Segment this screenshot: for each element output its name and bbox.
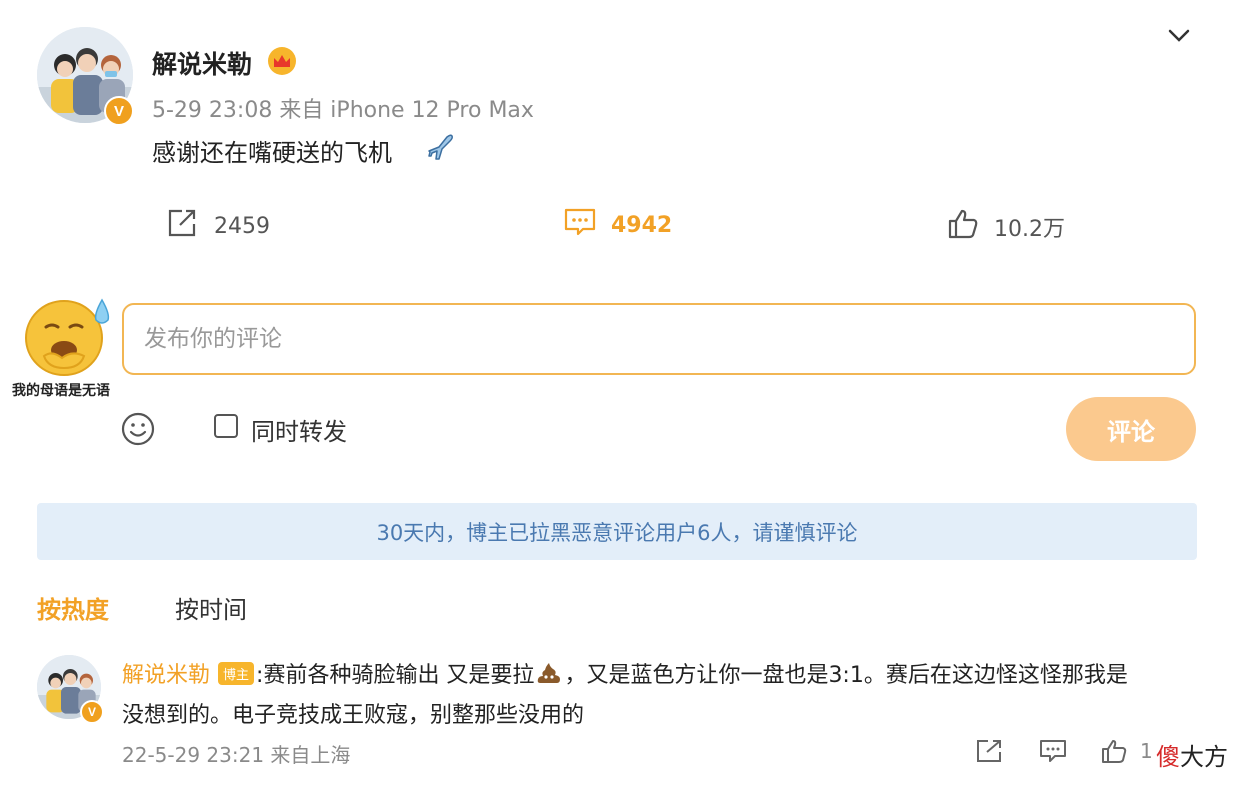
like-count: 10.2万 <box>994 217 1065 242</box>
comment-action[interactable]: 4942 <box>563 207 672 243</box>
chevron-down-icon[interactable] <box>1164 20 1194 50</box>
tab-sort-time[interactable]: 按时间 <box>175 590 247 625</box>
comment-text-line2: 没想到的。电子竞技成王败寇，别整那些没用的 <box>122 703 585 728</box>
comment-reply-icon[interactable] <box>1038 738 1068 764</box>
watermark: 傻大方 <box>1152 737 1232 772</box>
comment-text-part1: :赛前各种骑脸输出 又是要拉 <box>256 663 535 688</box>
post-text: 感谢还在嘴硬送的飞机 <box>152 139 392 167</box>
author-name[interactable]: 解说米勒 <box>152 45 252 81</box>
comment-like-icon[interactable] <box>1100 738 1130 764</box>
watermark-red: 傻 <box>1156 743 1180 771</box>
airplane-icon <box>425 131 457 163</box>
user-caption: 我的母语是无语 <box>12 383 110 399</box>
emoji-picker-icon[interactable] <box>120 411 156 447</box>
comment-text-part2: ，又是蓝色方让你一盘也是3:1。赛后在这边怪这怪那我是 <box>564 663 1128 688</box>
submit-comment-button[interactable]: 评论 <box>1066 397 1196 461</box>
share-icon <box>166 207 200 245</box>
blacklist-notice: 30天内，博主已拉黑恶意评论用户6人，请谨慎评论 <box>37 503 1197 560</box>
verified-badge-small: V <box>80 700 104 724</box>
tab-sort-hot[interactable]: 按热度 <box>37 590 109 625</box>
crown-icon <box>268 47 296 75</box>
user-emoji-avatar[interactable] <box>22 294 114 378</box>
thumbs-up-icon <box>946 207 980 247</box>
comment-count: 4942 <box>611 212 673 238</box>
poop-icon <box>536 661 562 685</box>
comment-line-1: 解说米勒 博主 :赛前各种骑脸输出 又是要拉 ，又是蓝色方让你一盘也是3:1。赛… <box>122 657 1128 689</box>
comment-input[interactable] <box>122 303 1196 375</box>
comment-like-count: 1 <box>1140 739 1153 763</box>
like-action[interactable]: 10.2万 <box>946 207 1065 247</box>
blogger-tag: 博主 <box>218 661 255 685</box>
comment-icon <box>563 207 597 243</box>
watermark-black: 大方 <box>1180 743 1228 771</box>
post-meta: 5-29 23:08 来自 iPhone 12 Pro Max <box>152 98 534 123</box>
repost-label[interactable]: 同时转发 <box>251 412 347 447</box>
comment-meta: 22-5-29 23:21 来自上海 <box>122 743 351 767</box>
share-count: 2459 <box>214 213 270 239</box>
share-action[interactable]: 2459 <box>166 207 270 245</box>
verified-badge: V <box>104 96 134 126</box>
comment-share-icon[interactable] <box>975 738 1005 764</box>
comment-author[interactable]: 解说米勒 <box>122 657 210 689</box>
repost-checkbox[interactable] <box>214 414 238 438</box>
